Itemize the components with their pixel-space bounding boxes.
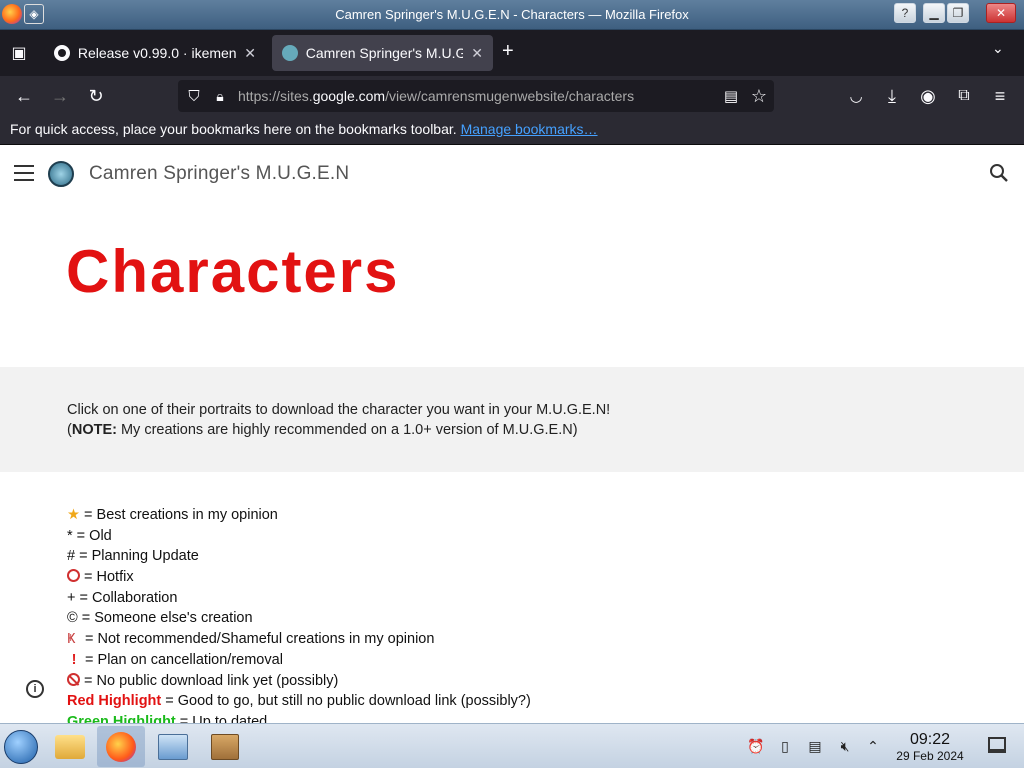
clock[interactable]: 09:22 29 Feb 2024 bbox=[888, 731, 972, 763]
intro-line: Click on one of their portraits to downl… bbox=[67, 402, 611, 418]
start-menu-button[interactable] bbox=[4, 730, 38, 764]
page-title: Characters bbox=[66, 238, 400, 305]
folder-icon bbox=[55, 734, 85, 759]
hamburger-menu-icon[interactable] bbox=[14, 165, 34, 181]
bookmarks-message: For quick access, place your bookmarks h… bbox=[10, 121, 461, 137]
legend-list: ★ = Best creations in my opinion * = Old… bbox=[67, 505, 531, 723]
legend-item: = Hotfix bbox=[67, 567, 531, 588]
lock-icon[interactable]: 🔒︎ bbox=[208, 84, 232, 108]
search-icon[interactable] bbox=[989, 163, 1009, 183]
firefox-icon bbox=[106, 731, 136, 762]
clipboard-icon[interactable]: ▯ bbox=[776, 737, 794, 755]
star-icon: ★ bbox=[67, 507, 80, 523]
close-tab-icon[interactable]: ✕ bbox=[471, 45, 483, 62]
package-manager-button[interactable] bbox=[201, 726, 249, 767]
volume-muted-icon[interactable]: 🔇︎ bbox=[836, 737, 854, 755]
legend-item: © = Someone else's creation bbox=[67, 610, 253, 627]
file-manager-button[interactable] bbox=[46, 726, 94, 767]
pocket-icon[interactable]: ◡ bbox=[844, 84, 868, 108]
taskbar: ⏰ ▯ ▤ 🔇︎ ⌃ 09:22 29 Feb 2024 bbox=[0, 723, 1024, 768]
new-tab-button[interactable]: + bbox=[502, 40, 514, 63]
url-bar[interactable]: ⛉ 🔒︎ https://sites.google.com/view/camre… bbox=[178, 80, 774, 112]
tab-label: Release v0.99.0 · ikemen bbox=[77, 45, 237, 61]
bookmark-star-icon[interactable]: ☆ bbox=[747, 84, 771, 108]
legend-item: Green Highlight = Up to dated bbox=[67, 713, 268, 723]
url-text: https://sites.google.com/view/camrensmug… bbox=[238, 88, 635, 104]
legend-item: = No public download link yet (possibly) bbox=[67, 671, 531, 692]
legend-item: Ҝ = Not recommended/Shameful creations i… bbox=[67, 629, 531, 650]
close-tab-icon[interactable]: ✕ bbox=[244, 45, 256, 62]
maximize-button[interactable]: ❐ bbox=[947, 3, 969, 23]
help-button[interactable]: ? bbox=[894, 3, 916, 23]
intro-note: (NOTE: My creations are highly recommend… bbox=[67, 422, 578, 438]
firefox-taskbar-button[interactable] bbox=[97, 726, 145, 767]
monitor-icon bbox=[158, 733, 188, 760]
hollow-red-circle-icon bbox=[67, 569, 80, 583]
clock-time: 09:22 bbox=[909, 731, 951, 748]
tray-expand-icon[interactable]: ⌃ bbox=[864, 737, 882, 755]
reload-icon[interactable]: ↻ bbox=[84, 84, 108, 108]
tracking-shield-icon[interactable]: ⛉ bbox=[182, 84, 206, 108]
site-name[interactable]: Camren Springer's M.U.G.E.N bbox=[89, 163, 349, 185]
site-logo[interactable] bbox=[48, 161, 74, 187]
shame-icon: Ҝ bbox=[67, 631, 76, 648]
tab-characters[interactable]: Camren Springer's M.U.G. ✕ bbox=[272, 35, 493, 71]
navigation-bar: ← → ↻ ⛉ 🔒︎ https://sites.google.com/view… bbox=[0, 76, 1024, 116]
account-icon[interactable]: ◉ bbox=[916, 84, 940, 108]
prohibited-icon bbox=[67, 672, 80, 686]
site-favicon-icon bbox=[282, 45, 298, 61]
tab-bar: ▣ Release v0.99.0 · ikemen ✕ Camren Spri… bbox=[0, 30, 1024, 76]
window-titlebar: ◈ Camren Springer's M.U.G.E.N - Characte… bbox=[0, 0, 1024, 30]
show-desktop-icon[interactable] bbox=[988, 737, 1006, 753]
legend-item: ★ = Best creations in my opinion bbox=[67, 507, 278, 523]
legend-item: Red Highlight = Good to go, but still no… bbox=[67, 693, 531, 710]
info-icon[interactable]: i bbox=[26, 680, 44, 698]
menu-icon[interactable]: ≡ bbox=[988, 84, 1012, 108]
list-all-tabs-icon[interactable]: ⌄ bbox=[992, 40, 1004, 57]
battery-icon[interactable]: ▤ bbox=[806, 737, 824, 755]
notifications-icon[interactable]: ⏰ bbox=[747, 737, 765, 755]
extensions-icon[interactable]: ⧉ bbox=[952, 84, 976, 108]
system-settings-button[interactable] bbox=[149, 726, 197, 767]
exclamation-icon: ! bbox=[71, 651, 77, 668]
github-icon bbox=[54, 45, 70, 61]
minimize-button[interactable]: ▁ bbox=[923, 3, 945, 23]
tab-github-release[interactable]: Release v0.99.0 · ikemen ✕ bbox=[44, 35, 266, 71]
bookmarks-toolbar: For quick access, place your bookmarks h… bbox=[0, 116, 1024, 145]
downloads-icon[interactable]: ⤓ bbox=[880, 84, 904, 108]
window-title: Camren Springer's M.U.G.E.N - Characters… bbox=[335, 7, 689, 22]
back-icon[interactable]: ← bbox=[12, 84, 36, 108]
tab-label: Camren Springer's M.U.G. bbox=[305, 45, 464, 61]
web-page: Camren Springer's M.U.G.E.N Characters C… bbox=[0, 145, 1024, 723]
firefox-view-icon[interactable]: ▣ bbox=[8, 42, 30, 64]
legend-item: + = Collaboration bbox=[67, 589, 178, 606]
legend-item: ! = Plan on cancellation/removal bbox=[67, 650, 531, 671]
clock-date: 29 Feb 2024 bbox=[896, 749, 964, 763]
reader-view-icon[interactable]: ▤ bbox=[719, 84, 743, 108]
legend-item: * = Old bbox=[67, 527, 112, 544]
forward-icon[interactable]: → bbox=[48, 84, 72, 108]
close-button[interactable]: ✕ bbox=[986, 3, 1016, 23]
intro-band: Click on one of their portraits to downl… bbox=[0, 367, 1024, 472]
legend-item: # = Planning Update bbox=[67, 548, 199, 565]
package-icon bbox=[211, 733, 239, 760]
manage-bookmarks-link[interactable]: Manage bookmarks… bbox=[461, 121, 598, 137]
site-header: Camren Springer's M.U.G.E.N bbox=[0, 145, 1024, 203]
